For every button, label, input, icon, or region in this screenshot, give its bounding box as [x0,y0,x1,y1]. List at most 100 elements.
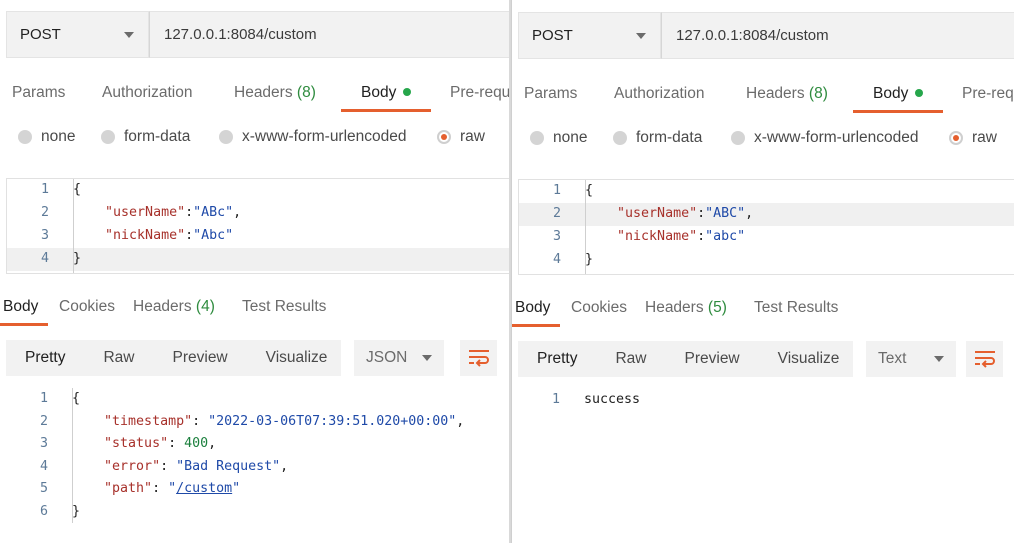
quote: " [232,481,241,496]
radio-raw[interactable]: raw [949,129,997,147]
radio-none-label: none [41,128,76,145]
view-pretty-button[interactable]: Pretty [6,340,84,376]
response-tabs: Body Cookies Headers (5) Test Results [512,293,1014,329]
resp-tab-test-results[interactable]: Test Results [242,298,326,316]
view-preview-button[interactable]: Preview [154,340,247,376]
wrap-lines-button[interactable] [966,341,1003,377]
resp-headers-count: (4) [195,298,215,315]
tab-params[interactable]: Params [524,85,577,103]
code-line: 6} [6,501,510,524]
wrap-lines-icon [974,351,995,368]
method-select[interactable]: POST [6,11,149,58]
request-url-bar: POST 127.0.0.1:8084/custom [518,12,1014,59]
gutter-divider [585,180,586,274]
radio-circle-icon [219,130,233,144]
response-body-viewer[interactable]: 1 success [518,389,1014,412]
view-pretty-button[interactable]: Pretty [518,341,596,377]
active-resp-tab-indicator [0,323,48,326]
gutter-divider [73,179,74,273]
view-visualize-button[interactable]: Visualize [247,340,347,376]
chevron-down-icon [124,31,134,38]
tab-body[interactable]: Body [361,84,412,102]
format-select[interactable]: Text [866,341,956,377]
code-line: 4} [7,248,510,271]
resp-headers-count: (5) [707,299,727,316]
line-number: 3 [39,436,48,451]
json-key: "userName" [105,205,186,220]
gutter-divider [72,388,73,523]
radio-none[interactable]: none [18,128,75,146]
body-mode-radios: none form-data x-www-form-urlencoded raw [512,129,1014,153]
tab-body-label: Body [361,84,397,101]
request-body-editor[interactable]: 1{ 2 "userName":"ABc", 3 "nickName":"Abc… [6,178,510,274]
line-number: 2 [39,413,48,429]
radio-urlencoded[interactable]: x-www-form-urlencoded [731,129,919,147]
method-select[interactable]: POST [518,12,661,59]
request-tabs: Params Authorization Headers (8) Body Pr… [512,79,1014,115]
radio-urlencoded[interactable]: x-www-form-urlencoded [219,128,407,146]
json-key: "timestamp" [104,413,193,429]
resp-tab-headers[interactable]: Headers (5) [645,299,727,317]
request-tabs: Params Authorization Headers (8) Body Pr… [0,78,510,114]
json-key: "path" [104,481,153,496]
resp-tab-cookies[interactable]: Cookies [571,299,627,317]
code-line: 2 "userName":"ABc", [7,202,510,225]
url-input[interactable]: 127.0.0.1:8084/custom [149,11,510,58]
right-pane: POST 127.0.0.1:8084/custom Params Author… [511,0,1014,543]
radio-none[interactable]: none [530,129,587,147]
format-select[interactable]: JSON [354,340,444,376]
resp-tab-cookies[interactable]: Cookies [59,298,115,316]
url-input[interactable]: 127.0.0.1:8084/custom [661,12,1014,59]
path-link[interactable]: /custom [176,481,232,496]
json-key: "nickName" [617,229,698,244]
code-text: "path": "/custom" [104,481,241,496]
code-line: 1{ [519,180,1014,203]
wrap-lines-button[interactable] [460,340,497,376]
code-text: "status": 400, [104,436,217,451]
tab-authorization[interactable]: Authorization [102,84,192,102]
resp-tab-body[interactable]: Body [515,299,550,317]
code-text: "userName":"ABc", [105,205,242,220]
tab-params[interactable]: Params [12,84,65,102]
radio-form-data[interactable]: form-data [613,129,702,147]
json-string: "/custom" [168,481,240,496]
radio-form-data-label: form-data [636,129,703,146]
view-preview-button[interactable]: Preview [666,341,759,377]
tab-prerequest[interactable]: Pre-req [962,85,1014,103]
view-visualize-button[interactable]: Visualize [759,341,859,377]
tab-headers[interactable]: Headers (8) [234,84,316,102]
code-line: 3 "status": 400, [6,433,510,456]
tab-authorization[interactable]: Authorization [614,85,704,103]
resp-tab-test-results[interactable]: Test Results [754,299,838,317]
active-dot-icon [403,88,412,96]
view-mode-bar: Pretty Raw Preview Visualize [518,341,853,377]
response-body-viewer[interactable]: 1{ 2 "timestamp": "2022-03-06T07:39:51.0… [6,388,510,523]
resp-tab-body[interactable]: Body [3,298,38,316]
view-mode-bar: Pretty Raw Preview Visualize [6,340,341,376]
tab-prerequest[interactable]: Pre-requ [450,84,510,102]
tab-headers[interactable]: Headers (8) [746,85,828,103]
json-string: "ABc" [193,205,234,220]
radio-urlencoded-label: x-www-form-urlencoded [242,128,407,145]
active-dot-icon [915,89,924,97]
code-text: { [73,182,82,197]
tab-body[interactable]: Body [873,85,924,103]
wrap-lines-icon [468,350,489,367]
radio-raw[interactable]: raw [437,128,485,146]
code-text: "error": "Bad Request", [104,458,289,474]
view-raw-button[interactable]: Raw [596,341,665,377]
request-body-editor[interactable]: 1{ 2 "userName":"ABC", 3 "nickName":"abc… [518,179,1014,275]
body-mode-radios: none form-data x-www-form-urlencoded raw [0,128,510,152]
view-raw-button[interactable]: Raw [84,340,153,376]
format-label: Text [878,350,907,367]
code-text: "nickName":"abc" [617,229,746,244]
json-string: "Bad Request" [176,458,281,474]
radio-form-data-label: form-data [124,128,191,145]
json-key: "status" [104,436,169,451]
resp-tab-headers[interactable]: Headers (4) [133,298,215,316]
radio-form-data[interactable]: form-data [101,128,190,146]
code-line: 1{ [6,388,510,411]
code-line: 4 "error": "Bad Request", [6,456,510,479]
json-number: 400 [184,436,209,451]
line-number: 6 [39,503,48,519]
